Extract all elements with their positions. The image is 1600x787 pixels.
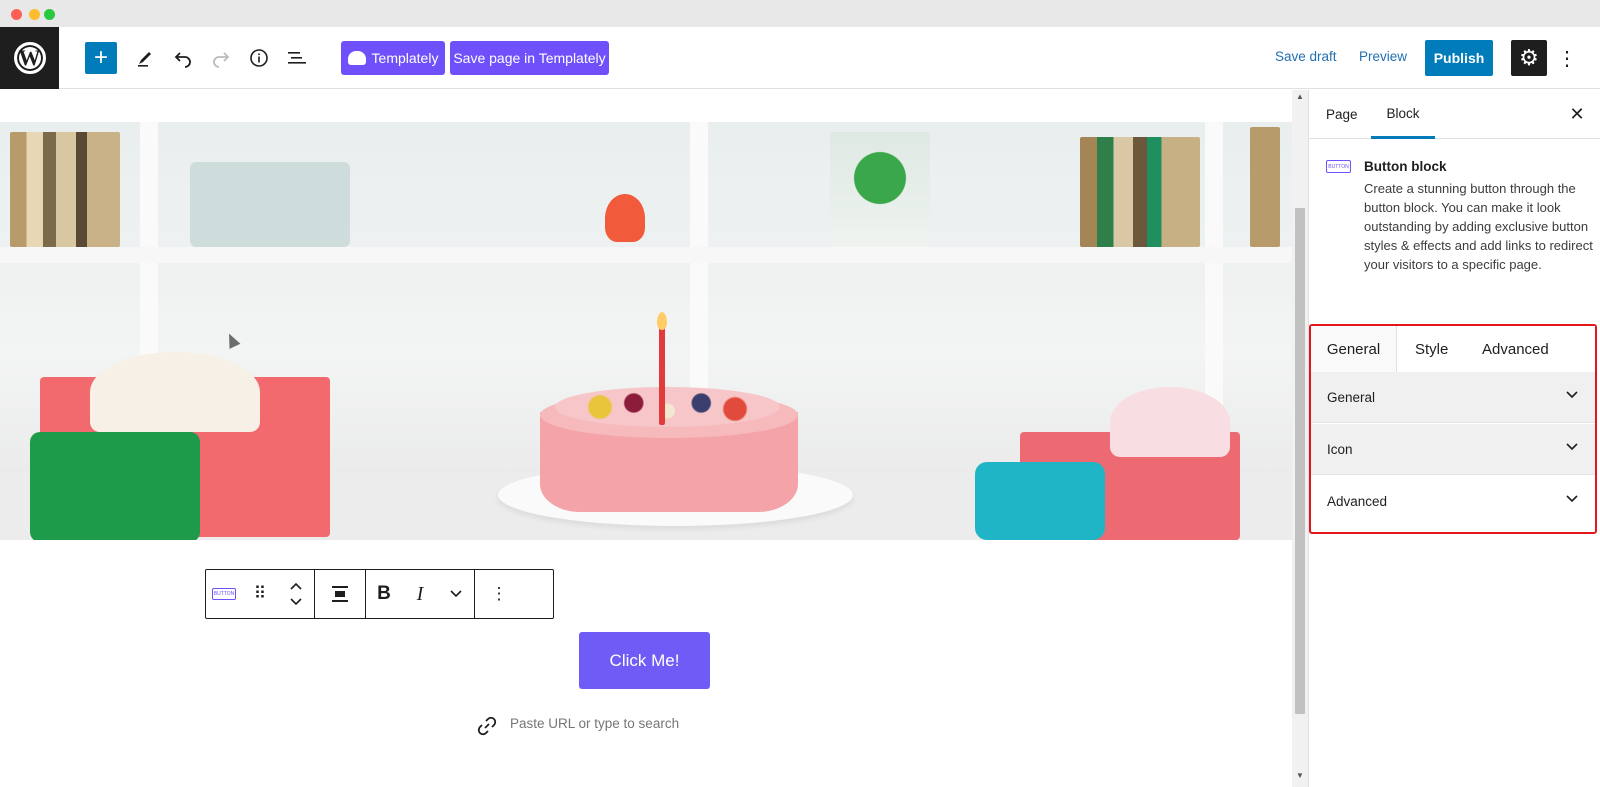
- tab-block[interactable]: Block: [1371, 90, 1435, 139]
- accordion-label: General: [1327, 389, 1376, 405]
- scroll-down-arrow-icon[interactable]: ▼: [1292, 771, 1308, 783]
- browser-window: W + Templately Save page in Templately S…: [0, 0, 1600, 787]
- publish-button[interactable]: Publish: [1425, 40, 1493, 76]
- accordion-advanced[interactable]: Advanced: [1311, 476, 1595, 527]
- templately-button[interactable]: Templately: [341, 41, 445, 75]
- align-button[interactable]: [315, 570, 365, 618]
- chevron-down-icon: [1565, 493, 1579, 507]
- pencil-icon: [138, 52, 151, 67]
- drag-icon: ⠿: [253, 584, 267, 603]
- drag-handle[interactable]: ⠿: [242, 570, 278, 618]
- block-description: Create a stunning button through the but…: [1364, 181, 1593, 272]
- button-block-icon: BUTTON: [1326, 160, 1351, 173]
- sidebar-tabs: Page Block ✕: [1309, 90, 1600, 139]
- typewriter: [190, 162, 350, 247]
- url-search-input[interactable]: [510, 711, 750, 735]
- toolbar-group-format: B I: [366, 570, 475, 618]
- wordpress-logo-button[interactable]: W: [0, 27, 59, 89]
- canvas-scrollbar[interactable]: ▲ ▼: [1292, 90, 1308, 787]
- wordpress-icon: W: [13, 42, 46, 74]
- shelf-post: [690, 122, 708, 422]
- gear-icon: ⚙: [1519, 45, 1539, 70]
- bold-button[interactable]: B: [366, 570, 402, 618]
- books-right: [1080, 137, 1200, 247]
- save-draft-button[interactable]: Save draft: [1275, 49, 1337, 64]
- redo-button[interactable]: [205, 42, 237, 74]
- details-button[interactable]: [243, 42, 275, 74]
- plant: [830, 132, 930, 247]
- books-edge: [1250, 127, 1280, 247]
- more-formats-button[interactable]: [438, 570, 474, 618]
- save-page-in-templately-button[interactable]: Save page in Templately: [450, 41, 609, 75]
- panel-tabs: General Style Advanced: [1311, 326, 1595, 372]
- move-block-button[interactable]: [278, 570, 314, 618]
- shelf-board: [0, 247, 1292, 263]
- close-window-button[interactable]: [11, 9, 22, 20]
- plus-icon: +: [93, 44, 108, 71]
- accordion-icon[interactable]: Icon: [1311, 424, 1595, 475]
- add-block-button[interactable]: +: [85, 42, 117, 74]
- scroll-up-arrow-icon[interactable]: ▲: [1292, 92, 1308, 104]
- panel-tab-general[interactable]: General: [1311, 326, 1397, 372]
- list-view-icon: [288, 52, 306, 64]
- accordion-general[interactable]: General: [1311, 372, 1595, 423]
- cyan-ribbon: [975, 462, 1105, 540]
- white-bow: [90, 352, 260, 432]
- red-heart: [605, 194, 645, 242]
- block-toolbar: BUTTON ⠿ B I ⋮: [205, 569, 554, 619]
- more-vertical-icon: ⋮: [1557, 47, 1577, 70]
- pink-bow: [1110, 387, 1230, 457]
- undo-button[interactable]: [167, 42, 199, 74]
- candle-flame: [657, 312, 667, 330]
- redo-icon: [213, 52, 230, 68]
- tab-page[interactable]: Page: [1326, 90, 1358, 139]
- block-options-button[interactable]: ⋮: [475, 570, 523, 618]
- editor-header: W + Templately Save page in Templately S…: [0, 27, 1600, 89]
- click-me-button[interactable]: Click Me!: [579, 632, 710, 689]
- maximize-window-button[interactable]: [44, 9, 55, 20]
- templately-cloud-icon: [347, 51, 366, 65]
- close-icon: ✕: [1569, 103, 1585, 124]
- toolbar-group-block: BUTTON ⠿: [206, 570, 315, 618]
- italic-button[interactable]: I: [402, 570, 438, 618]
- cover-image[interactable]: [0, 122, 1292, 540]
- list-view-button[interactable]: [281, 42, 313, 74]
- panel-tab-style[interactable]: Style: [1415, 326, 1448, 372]
- accordion-label: Icon: [1327, 441, 1353, 457]
- accordion-label: Advanced: [1327, 494, 1388, 509]
- move-up-down-icon: [290, 582, 302, 606]
- button-block-icon: BUTTON: [212, 588, 236, 600]
- chevron-down-icon: [450, 590, 462, 598]
- link-icon: [477, 716, 497, 741]
- scrollbar-thumb[interactable]: [1295, 208, 1305, 714]
- block-type-button[interactable]: BUTTON: [206, 570, 242, 618]
- chevron-down-icon: [1565, 441, 1579, 455]
- window-titlebar: [0, 0, 1600, 27]
- close-sidebar-button[interactable]: ✕: [1565, 102, 1589, 126]
- info-icon: [250, 49, 268, 67]
- toolbar-group-align: [315, 570, 366, 618]
- undo-icon: [174, 52, 191, 68]
- align-center-icon: [332, 586, 348, 602]
- candle: [659, 327, 665, 425]
- templately-label: Templately: [371, 50, 439, 66]
- shelf-post: [1205, 122, 1223, 422]
- tools-button[interactable]: [129, 42, 161, 74]
- more-vertical-icon: ⋮: [490, 584, 508, 603]
- block-title: Button block: [1364, 159, 1447, 174]
- toolbar-group-options: ⋮: [475, 570, 523, 618]
- editor-canvas[interactable]: BUTTON ⠿ B I ⋮ Click Me! Paste URL or ty…: [0, 90, 1292, 787]
- settings-button[interactable]: ⚙: [1511, 40, 1547, 76]
- panel-tab-advanced[interactable]: Advanced: [1482, 326, 1549, 372]
- preview-button[interactable]: Preview: [1359, 49, 1407, 64]
- cake-toppings: [555, 387, 780, 427]
- options-menu-button[interactable]: ⋮: [1557, 42, 1577, 74]
- books-left: [10, 132, 120, 247]
- minimize-window-button[interactable]: [29, 9, 40, 20]
- chevron-down-icon: [1565, 389, 1579, 403]
- green-ribbon: [30, 432, 200, 540]
